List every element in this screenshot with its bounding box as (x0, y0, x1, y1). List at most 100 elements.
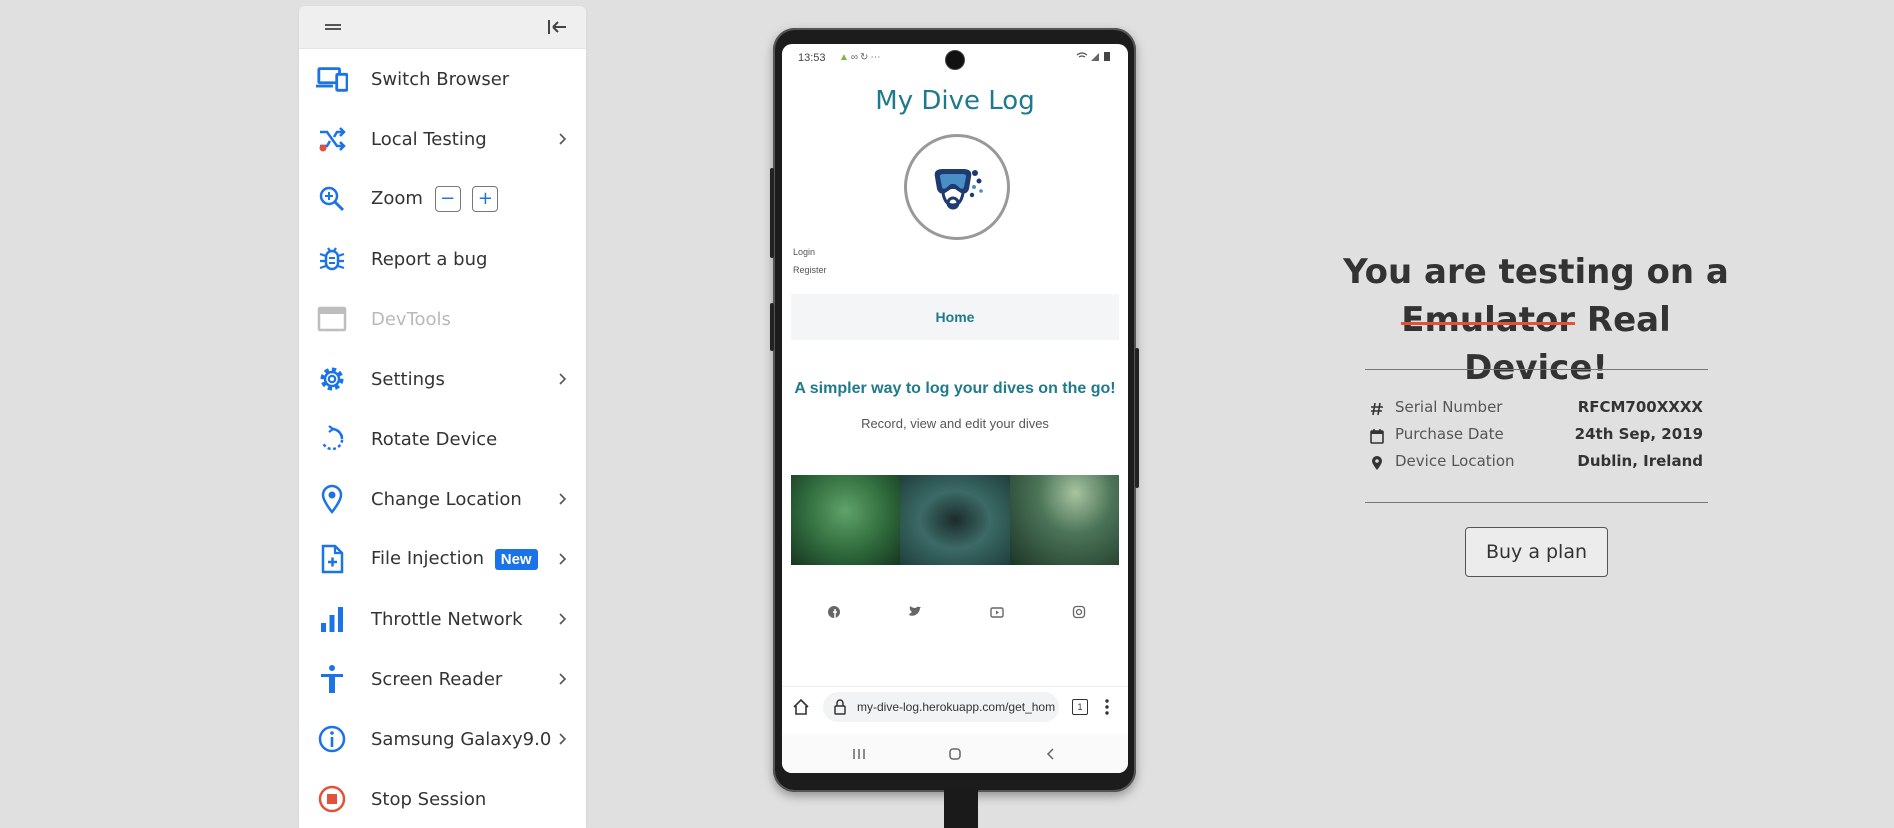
side-button (1135, 348, 1139, 488)
menu-item-throttle-network[interactable]: Throttle Network (299, 589, 586, 649)
menu-label: Samsung Galaxy9.0 (371, 728, 552, 750)
android-icon: ▲ (839, 52, 851, 63)
menu-item-local-testing[interactable]: Local Testing (299, 109, 586, 169)
status-system-icons (1076, 51, 1112, 65)
menu-label: Change Location (371, 488, 522, 510)
dive-photo-strip (791, 475, 1119, 565)
spec-device-location: Device Location Dublin, Ireland (1370, 452, 1703, 476)
home-nav-icon[interactable] (948, 747, 962, 761)
sync-icon: ↻ (860, 52, 871, 63)
status-bar: 13:53 ▲∞↻⋯ (782, 44, 1128, 70)
signal-bars-icon (316, 604, 348, 634)
tab-switcher-button[interactable]: 1 (1072, 699, 1088, 715)
dive-mask-logo (904, 134, 1010, 240)
app-tagline: A simpler way to log your dives on the g… (794, 380, 1116, 397)
twitter-icon[interactable] (908, 605, 922, 619)
spec-purchase-date: Purchase Date 24th Sep, 2019 (1370, 425, 1703, 449)
power-button (770, 303, 774, 351)
url-text: my-dive-log.herokuapp.com/get_hom (857, 700, 1056, 714)
chevron-right-icon (559, 553, 567, 565)
device-banner-title: You are testing on a Emulator Real Devic… (1330, 248, 1742, 392)
youtube-icon[interactable] (990, 605, 1004, 619)
menu-item-report-bug[interactable]: Report a bug (299, 229, 586, 289)
dolphin-photo (791, 475, 901, 565)
chevron-right-icon (559, 493, 567, 505)
home-icon[interactable] (792, 698, 810, 716)
status-time: 13:53 (798, 52, 826, 64)
url-field[interactable]: my-dive-log.herokuapp.com/get_hom (823, 692, 1059, 722)
diver-photo (900, 475, 1010, 565)
more-vert-icon[interactable] (1104, 698, 1110, 716)
app-subline: Record, view and edit your dives (861, 416, 1049, 431)
info-icon (316, 724, 348, 754)
stop-icon (316, 784, 348, 814)
usb-cable (944, 790, 978, 828)
menu-label: Screen Reader (371, 668, 503, 690)
menu-item-rotate-device[interactable]: Rotate Device (299, 409, 586, 469)
menu-label: Stop Session (371, 788, 487, 810)
menu-label: DevTools (371, 308, 451, 330)
status-notification-icons: ▲∞↻⋯ (839, 52, 882, 63)
control-panel: Switch Browser Local Testing Zoom − + Re… (299, 6, 586, 828)
menu-item-zoom: Zoom − + (299, 169, 586, 229)
chevron-right-icon (559, 133, 567, 145)
chevron-right-icon (559, 673, 567, 685)
spec-value: 24th Sep, 2019 (1574, 425, 1703, 443)
chevron-right-icon (559, 373, 567, 385)
accessibility-icon (316, 664, 348, 694)
app-title: My Dive Log (875, 86, 1035, 116)
collapse-panel-icon[interactable] (546, 18, 568, 36)
menu-item-stop-session[interactable]: Stop Session (299, 769, 586, 828)
front-camera (945, 50, 965, 70)
window-icon (316, 304, 348, 334)
title-line-2: Emulator Real Device! (1330, 296, 1742, 392)
device-frame: 13:53 ▲∞↻⋯ My Dive Log Login Register Ho… (770, 28, 1139, 792)
facebook-icon[interactable] (827, 605, 841, 619)
menu-item-screen-reader[interactable]: Screen Reader (299, 649, 586, 709)
menu-item-switch-browser[interactable]: Switch Browser (299, 49, 586, 109)
struck-word: Emulator (1401, 300, 1576, 340)
location-pin-icon (1372, 456, 1382, 470)
menu-label: Switch Browser (371, 68, 510, 90)
spec-key: Purchase Date (1395, 425, 1504, 443)
devices-icon (316, 64, 348, 94)
zoom-out-button[interactable]: − (434, 186, 461, 212)
menu-item-change-location[interactable]: Change Location (299, 469, 586, 529)
browser-url-bar: my-dive-log.herokuapp.com/get_hom 1 (782, 686, 1128, 727)
zoom-label: Zoom (371, 188, 423, 209)
instagram-icon[interactable] (1072, 605, 1086, 619)
android-nav-bar (782, 734, 1128, 773)
divider (1365, 502, 1708, 503)
menu-label: Zoom − + (371, 186, 499, 212)
zoom-in-button[interactable]: + (472, 186, 499, 212)
spec-serial-number: Serial Number RFCM700XXXX (1370, 398, 1703, 422)
menu-item-devtools: DevTools (299, 289, 586, 349)
panel-menu: Switch Browser Local Testing Zoom − + Re… (299, 49, 586, 828)
menu-item-settings[interactable]: Settings (299, 349, 586, 409)
new-badge: New (494, 548, 538, 570)
calendar-icon (1370, 429, 1384, 444)
chevron-right-icon (559, 733, 567, 745)
chevron-right-icon (559, 613, 567, 625)
spec-key: Serial Number (1395, 398, 1503, 416)
volume-button (770, 168, 774, 258)
menu-item-device-info[interactable]: Samsung Galaxy9.0 (299, 709, 586, 769)
spec-value: Dublin, Ireland (1577, 452, 1703, 470)
spec-value: RFCM700XXXX (1577, 398, 1703, 416)
recent-apps-icon[interactable] (852, 747, 866, 761)
menu-label: File Injection New (371, 548, 538, 570)
menu-label: Local Testing (371, 128, 487, 150)
menu-item-file-injection[interactable]: File Injection New (299, 529, 586, 589)
home-tab[interactable]: Home (791, 294, 1119, 340)
menu-icon[interactable] (323, 18, 345, 36)
login-link[interactable]: Login (793, 247, 815, 257)
menu-label: Rotate Device (371, 428, 498, 450)
bug-icon (316, 244, 348, 274)
gear-icon (316, 364, 348, 394)
shuffle-icon (316, 124, 348, 154)
menu-label: Throttle Network (371, 608, 523, 630)
buy-plan-button[interactable]: Buy a plan (1465, 527, 1608, 577)
back-nav-icon[interactable] (1044, 747, 1058, 761)
register-link[interactable]: Register (793, 265, 827, 275)
device-screen[interactable]: 13:53 ▲∞↻⋯ My Dive Log Login Register Ho… (782, 44, 1128, 773)
